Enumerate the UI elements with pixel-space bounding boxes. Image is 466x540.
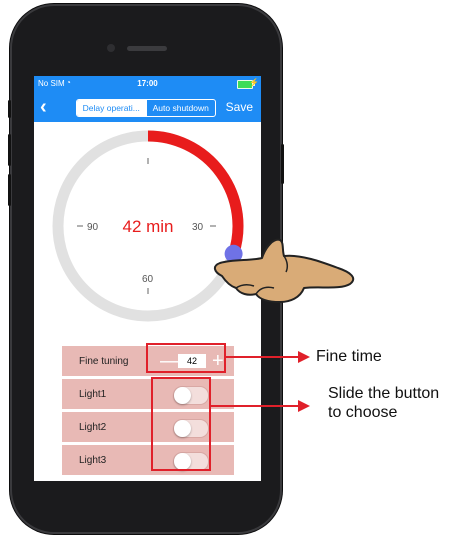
tab-auto-shutdown[interactable]: Auto shutdown: [145, 100, 216, 116]
slide-arrow-line: [211, 405, 299, 407]
slide-label-line2: to choose: [328, 404, 398, 421]
fine-time-arrow-line: [226, 356, 298, 358]
fine-tuning-label: Fine tuning: [79, 356, 129, 367]
light3-label: Light3: [79, 455, 107, 466]
pointing-hand-icon: [214, 238, 355, 303]
light2-label: Light2: [79, 422, 107, 433]
volume-down-button: [8, 174, 11, 206]
clock: 17:00: [137, 79, 158, 88]
mode-segmented-control: Delay operati... Auto shutdown: [76, 99, 216, 117]
dial-value: 42 min: [122, 217, 173, 236]
fine-time-label: Fine time: [316, 348, 382, 365]
earpiece: [127, 46, 167, 51]
fine-tuning-highlight: [146, 343, 226, 373]
status-bar: No SIM ◔ 17:00 ⚡: [34, 76, 261, 92]
dial-label-90: 90: [87, 222, 99, 233]
slide-label-line1: Slide the button: [328, 385, 440, 402]
save-button[interactable]: Save: [226, 100, 253, 114]
light1-label: Light1: [79, 389, 107, 400]
power-button: [281, 144, 284, 184]
nav-bar: ‹ Delay operati... Auto shutdown Save: [34, 92, 261, 122]
mute-switch: [8, 100, 11, 118]
dial-label-60: 60: [142, 274, 154, 285]
volume-up-button: [8, 134, 11, 166]
front-camera: [107, 44, 115, 52]
tab-delay-operation[interactable]: Delay operati...: [77, 100, 146, 116]
slide-arrow-head: [298, 400, 310, 412]
back-icon[interactable]: ‹: [40, 96, 47, 119]
charging-icon: ⚡: [249, 78, 259, 87]
light-toggles-highlight: [151, 377, 211, 471]
fine-time-arrow-head: [298, 351, 310, 363]
